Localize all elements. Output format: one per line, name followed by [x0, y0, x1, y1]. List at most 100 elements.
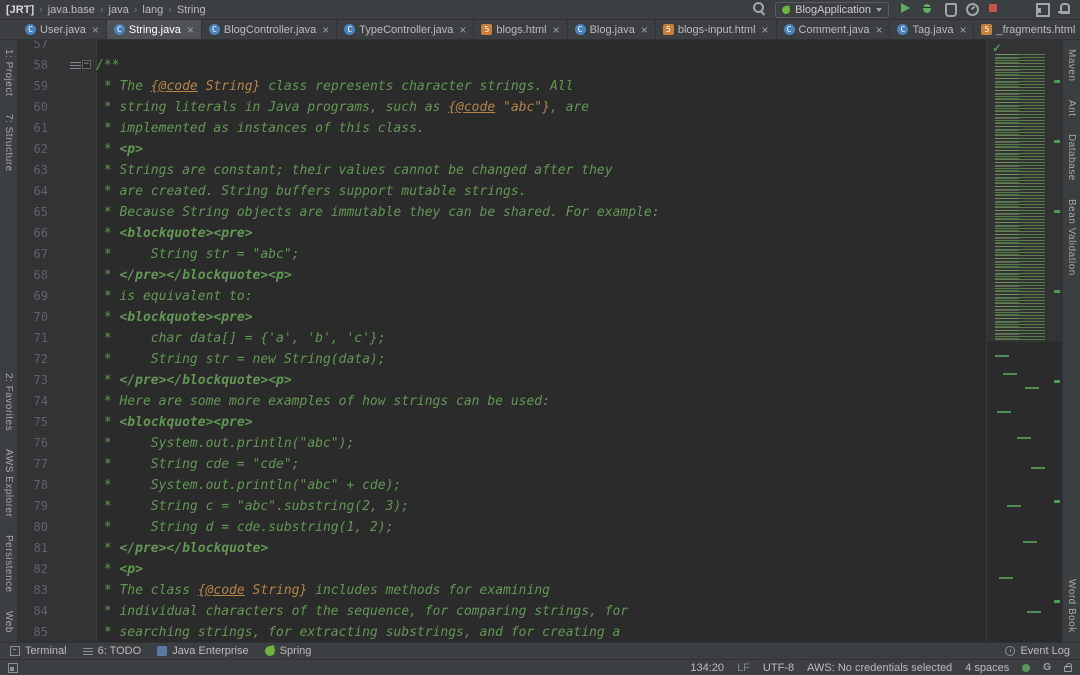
- line-number[interactable]: 72: [18, 349, 48, 370]
- stripe-button-web[interactable]: Web: [3, 602, 14, 642]
- line-number[interactable]: 84: [18, 601, 48, 622]
- status-item-134-20[interactable]: 134:20: [690, 662, 724, 674]
- close-tab-icon[interactable]: ×: [875, 24, 882, 36]
- stripe-button-2-favorites[interactable]: 2: Favorites: [3, 364, 14, 440]
- run-icon[interactable]: [897, 0, 913, 16]
- close-tab-icon[interactable]: ×: [553, 24, 560, 36]
- status-item-4-spaces[interactable]: 4 spaces: [965, 662, 1009, 674]
- line-number[interactable]: 68: [18, 265, 48, 286]
- line-number[interactable]: 69: [18, 286, 48, 307]
- close-tab-icon[interactable]: ×: [187, 24, 194, 36]
- line-number[interactable]: 70: [18, 307, 48, 328]
- line-number[interactable]: 57: [18, 40, 48, 55]
- breadcrumb-item[interactable]: [JRT]: [6, 4, 34, 16]
- stripe-button-persistence[interactable]: Persistence: [3, 526, 14, 602]
- line-number[interactable]: 77: [18, 454, 48, 475]
- line-number[interactable]: 66: [18, 223, 48, 244]
- stop-icon[interactable]: [985, 0, 1001, 16]
- fold-region-icon[interactable]: −: [82, 60, 91, 69]
- status-green-icon[interactable]: [1022, 664, 1030, 672]
- close-tab-icon[interactable]: ×: [641, 24, 648, 36]
- close-tab-icon[interactable]: ×: [92, 24, 99, 36]
- editor[interactable]: 5758−/**59 * The {@code String} class re…: [18, 40, 1062, 642]
- close-tab-icon[interactable]: ×: [459, 24, 466, 36]
- tool-windows-icon[interactable]: [1033, 0, 1049, 16]
- stripe-button-aws-explorer[interactable]: AWS Explorer: [3, 440, 14, 526]
- tab-Blog.java[interactable]: CBlog.java×: [568, 20, 656, 39]
- line-number[interactable]: 78: [18, 475, 48, 496]
- line-number[interactable]: 60: [18, 97, 48, 118]
- tab-String.java[interactable]: CString.java×: [107, 20, 202, 39]
- line-number[interactable]: 76: [18, 433, 48, 454]
- tab-TypeController.java[interactable]: CTypeController.java×: [337, 20, 474, 39]
- line-number[interactable]: 82: [18, 559, 48, 580]
- status-item-utf-8[interactable]: UTF-8: [763, 662, 794, 674]
- tab-User.java[interactable]: CUser.java×: [18, 20, 107, 39]
- breadcrumb-item[interactable]: String: [177, 4, 206, 16]
- tab-blogs-input.html[interactable]: 5blogs-input.html×: [656, 20, 777, 39]
- code-area[interactable]: 5758−/**59 * The {@code String} class re…: [18, 40, 986, 642]
- tool-window-button-terminal[interactable]: Terminal: [10, 645, 67, 657]
- status-item-lf[interactable]: LF: [737, 662, 750, 674]
- line-number[interactable]: 59: [18, 76, 48, 97]
- tool-window-button-java-enterprise[interactable]: Java Enterprise: [157, 645, 248, 657]
- line-number[interactable]: 80: [18, 517, 48, 538]
- line-number[interactable]: 65: [18, 202, 48, 223]
- notifications-icon[interactable]: [1055, 0, 1071, 16]
- line-number[interactable]: 85: [18, 622, 48, 642]
- line-number[interactable]: 73: [18, 370, 48, 391]
- search-everywhere-icon[interactable]: [751, 0, 767, 16]
- breadcrumb-item[interactable]: lang: [142, 4, 163, 16]
- line-number[interactable]: 81: [18, 538, 48, 559]
- debug-icon[interactable]: [919, 0, 935, 16]
- grazie-icon[interactable]: G: [1043, 662, 1051, 673]
- breadcrumb-separator-icon: ›: [100, 4, 104, 16]
- breadcrumb-item[interactable]: java.base: [48, 4, 95, 16]
- profiler-icon[interactable]: [963, 0, 979, 16]
- line-number[interactable]: 75: [18, 412, 48, 433]
- tool-window-switcher-icon[interactable]: [8, 663, 18, 673]
- line-number[interactable]: 61: [18, 118, 48, 139]
- stripe-button-word-book[interactable]: Word Book: [1066, 570, 1077, 642]
- tool-window-button-spring[interactable]: Spring: [265, 645, 312, 657]
- close-tab-icon[interactable]: ×: [762, 24, 769, 36]
- doc-comment-gutter-icon[interactable]: [70, 62, 81, 70]
- line-number[interactable]: 58: [18, 55, 48, 76]
- stripe-button-ant[interactable]: Ant: [1066, 91, 1077, 126]
- line-number[interactable]: 62: [18, 139, 48, 160]
- tab-Comment.java[interactable]: CComment.java×: [777, 20, 891, 39]
- line-number[interactable]: 83: [18, 580, 48, 601]
- stripe-button-7-structure[interactable]: 7: Structure: [3, 105, 14, 181]
- line-number[interactable]: 79: [18, 496, 48, 517]
- line-number[interactable]: 63: [18, 160, 48, 181]
- editor-tab-bar: CUser.java×CString.java×CBlogController.…: [0, 20, 1080, 40]
- minimap[interactable]: ✓: [986, 40, 1062, 642]
- breadcrumb-item[interactable]: java: [109, 4, 129, 16]
- chevron-down-icon: [876, 8, 882, 12]
- status-item-aws-no-credentials-selected[interactable]: AWS: No credentials selected: [807, 662, 952, 674]
- line-number[interactable]: 67: [18, 244, 48, 265]
- code-line: 64 * are created. String buffers support…: [18, 181, 986, 202]
- stripe-button-1-project[interactable]: 1: Project: [3, 40, 14, 105]
- stripe-button-bean-validation[interactable]: Bean Validation: [1066, 190, 1077, 285]
- tab-Tag.java[interactable]: CTag.java×: [890, 20, 974, 39]
- code-text: * individual characters of the sequence,…: [96, 601, 628, 622]
- line-number[interactable]: 71: [18, 328, 48, 349]
- run-config-combo[interactable]: BlogApplication: [775, 2, 889, 18]
- code-line: 62 * <p>: [18, 139, 986, 160]
- close-tab-icon[interactable]: ×: [322, 24, 329, 36]
- stripe-button-database[interactable]: Database: [1066, 125, 1077, 190]
- code-text: * String c = "abc".substring(2, 3);: [96, 496, 409, 517]
- run-with-coverage-icon[interactable]: [941, 0, 957, 16]
- close-tab-icon[interactable]: ×: [959, 24, 966, 36]
- event-log-button[interactable]: Event Log: [1005, 645, 1070, 657]
- tab-blogs.html[interactable]: 5blogs.html×: [474, 20, 567, 39]
- line-number[interactable]: 64: [18, 181, 48, 202]
- tool-window-button-6-todo[interactable]: 6: TODO: [83, 645, 142, 657]
- tab-BlogController.java[interactable]: CBlogController.java×: [202, 20, 337, 39]
- tab-_fragments.html[interactable]: 5_fragments.html×: [974, 20, 1080, 39]
- line-number[interactable]: 74: [18, 391, 48, 412]
- stripe-button-maven[interactable]: Maven: [1066, 40, 1077, 91]
- lock-icon[interactable]: [1064, 666, 1072, 672]
- code-text: * are created. String buffers support mu…: [96, 181, 526, 202]
